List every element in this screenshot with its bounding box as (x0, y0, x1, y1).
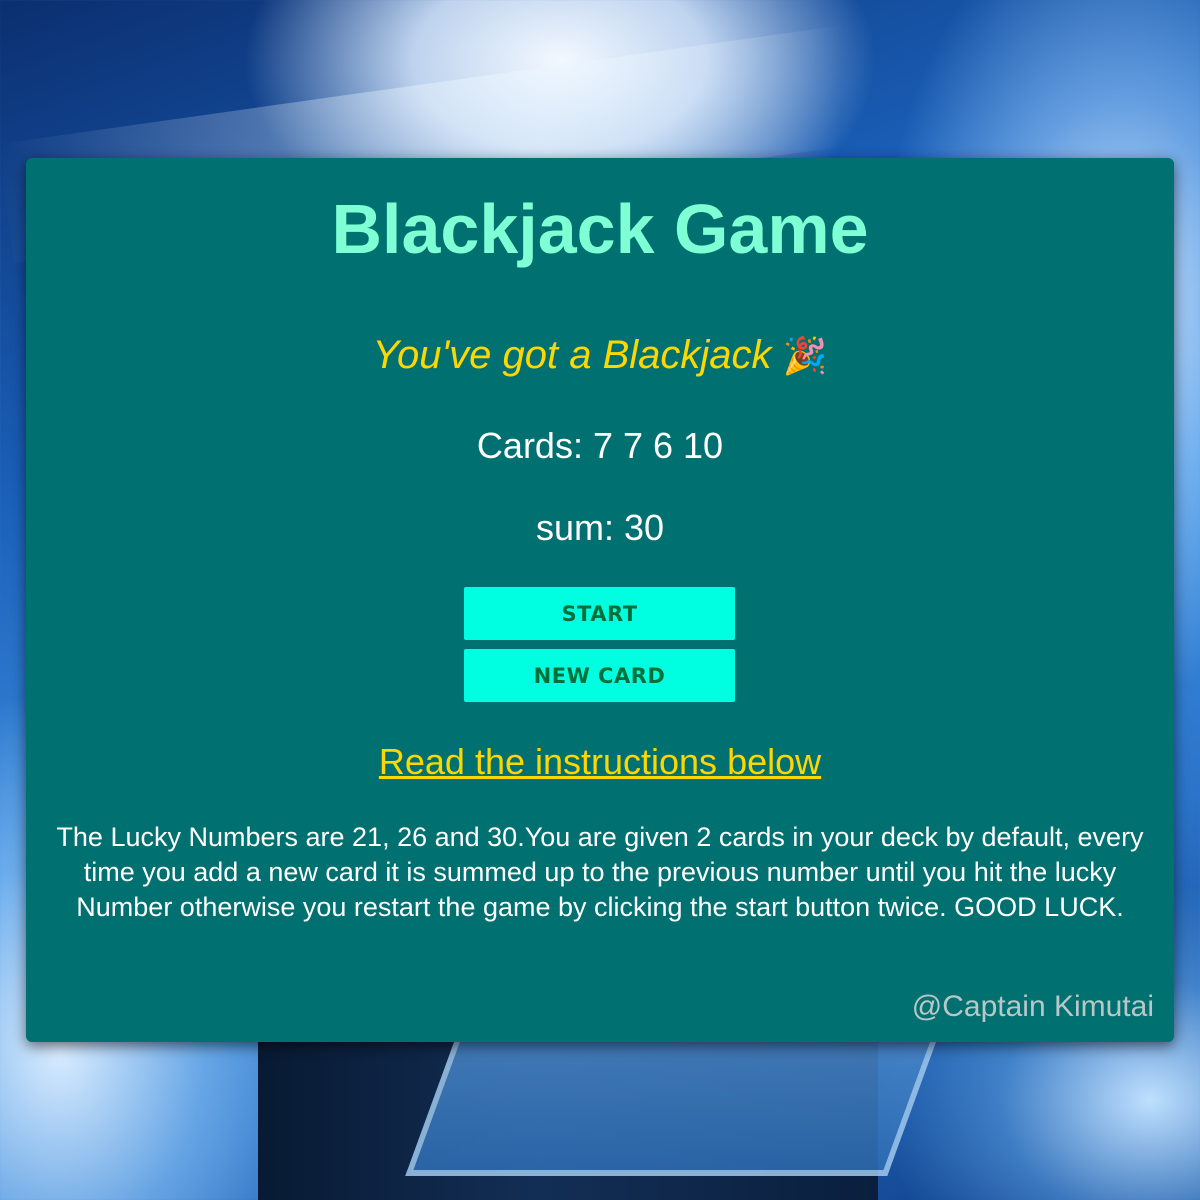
author-credit: @Captain Kimutai (911, 990, 1154, 1023)
message-text: You've got a Blackjack (372, 333, 772, 377)
game-panel: Blackjack Game You've got a Blackjack 🎉 … (26, 158, 1174, 1042)
start-button[interactable]: START (464, 587, 735, 640)
party-popper-icon: 🎉 (782, 335, 828, 376)
instructions-text: The Lucky Numbers are 21, 26 and 30.You … (56, 822, 1144, 922)
game-title: Blackjack Game (331, 190, 869, 268)
game-message: You've got a Blackjack 🎉 (26, 333, 1174, 377)
new-card-button[interactable]: NEW CARD (464, 649, 735, 702)
sum-display: sum: 30 (535, 507, 665, 548)
background-glass-panel (405, 1040, 937, 1176)
instructions-link[interactable]: Read the instructions below (26, 742, 1174, 782)
cards-display: Cards: 7 7 6 10 (476, 425, 724, 466)
